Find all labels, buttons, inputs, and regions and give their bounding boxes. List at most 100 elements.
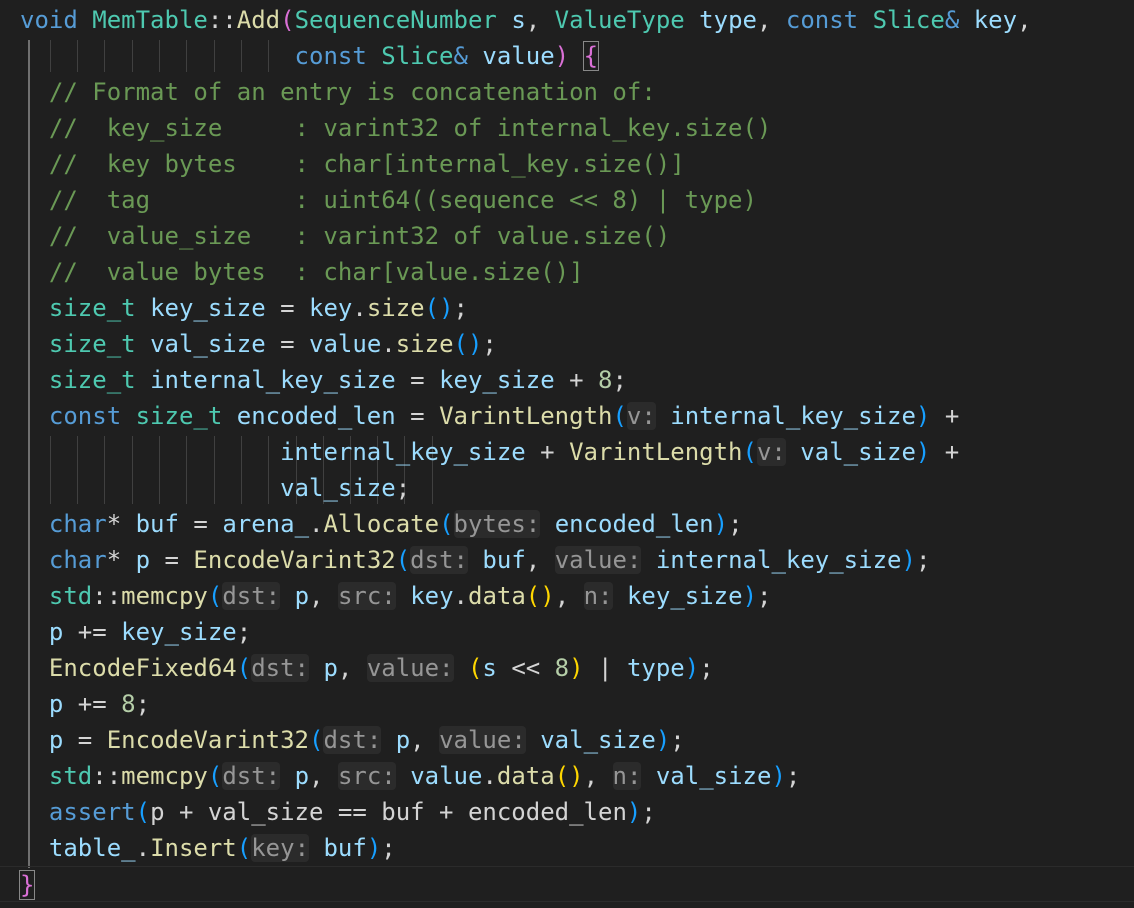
code-token: p xyxy=(294,762,310,790)
code-token: const xyxy=(294,42,367,70)
inlay-hint: v: xyxy=(756,438,786,466)
code-token: key_size xyxy=(439,366,555,394)
code-line[interactable]: size_t val_size = value.size(); xyxy=(20,326,497,362)
code-token: ( xyxy=(280,6,295,34)
code-line[interactable]: // tag : uint64((sequence << 8) | type) xyxy=(20,182,757,218)
matched-bracket: } xyxy=(18,870,36,900)
code-line[interactable]: const Slice& value) { xyxy=(20,38,600,74)
code-token: key_size xyxy=(121,618,237,646)
code-token: data xyxy=(468,582,526,610)
code-line[interactable]: // Format of an entry is concatenation o… xyxy=(20,74,656,110)
code-token: key xyxy=(410,582,454,610)
code-token: ( xyxy=(395,546,411,574)
code-line[interactable]: p += 8; xyxy=(20,686,150,722)
code-token: ; xyxy=(641,798,656,826)
code-line[interactable]: internal_key_size + VarintLength(v: val_… xyxy=(20,434,959,470)
code-token: () xyxy=(453,330,483,358)
code-line[interactable]: p += key_size; xyxy=(20,614,251,650)
code-token: size xyxy=(366,294,425,322)
code-token: , xyxy=(309,582,338,610)
code-line[interactable]: char* p = EncodeVarint32(dst: buf, value… xyxy=(20,542,930,578)
code-token: ; xyxy=(453,294,468,322)
code-token: buf xyxy=(323,834,367,862)
code-token: size_t xyxy=(48,294,136,322)
code-token: size xyxy=(395,330,454,358)
code-token: ; xyxy=(699,654,714,682)
code-line[interactable]: EncodeFixed64(dst: p, value: (s << 8) | … xyxy=(20,650,714,686)
code-token: EncodeVarint32 xyxy=(193,546,396,574)
code-token: Insert xyxy=(150,834,237,862)
code-token: std xyxy=(48,582,93,610)
code-token: p xyxy=(48,690,64,718)
code-token: . xyxy=(309,510,324,538)
code-line[interactable]: val_size; xyxy=(20,470,410,506)
code-token: :: xyxy=(207,6,237,34)
code-token: data xyxy=(496,762,555,790)
code-token: ( xyxy=(439,510,454,538)
code-editor[interactable]: void MemTable::Add(SequenceNumber s, Val… xyxy=(0,0,1134,908)
code-token: + xyxy=(554,366,599,394)
code-token: ValueType xyxy=(554,6,685,34)
code-token: ) xyxy=(742,582,758,610)
code-token: key xyxy=(973,6,1018,34)
code-line[interactable]: std::memcpy(dst: p, src: key.data(), n: … xyxy=(20,578,771,614)
code-token: Slice xyxy=(381,42,454,70)
code-token: ; xyxy=(785,762,801,790)
code-token: , xyxy=(410,726,440,754)
code-line-current[interactable]: } xyxy=(0,866,1134,902)
code-token: p xyxy=(135,546,151,574)
code-token: key_size xyxy=(626,582,743,610)
code-line[interactable]: p = EncodeVarint32(dst: p, value: val_si… xyxy=(20,722,685,758)
code-line[interactable]: const size_t encoded_len = VarintLength(… xyxy=(20,398,959,434)
code-line[interactable]: size_t internal_key_size = key_size + 8; xyxy=(20,362,627,398)
code-token: ) xyxy=(684,654,700,682)
code-token: size_t xyxy=(48,366,136,394)
inlay-hint: dst: xyxy=(222,762,281,790)
code-token: internal_key_size xyxy=(655,546,902,574)
code-token: , xyxy=(525,546,555,574)
code-line[interactable]: // value_size : varint32 of value.size() xyxy=(20,218,670,254)
code-token: ( xyxy=(236,654,252,682)
code-token: . xyxy=(482,762,497,790)
code-line[interactable]: std::memcpy(dst: p, src: value.data(), n… xyxy=(20,758,800,794)
code-token: + xyxy=(930,438,960,466)
code-line[interactable]: // key_size : varint32 of internal_key.s… xyxy=(20,110,771,146)
code-line[interactable]: size_t key_size = key.size(); xyxy=(20,290,468,326)
code-token: size_t xyxy=(48,330,136,358)
code-line[interactable]: table_.Insert(key: buf); xyxy=(20,830,396,866)
code-token: , xyxy=(337,654,367,682)
code-token: ) xyxy=(771,762,786,790)
code-token: , xyxy=(756,6,786,34)
code-token: buf xyxy=(135,510,179,538)
code-line[interactable]: void MemTable::Add(SequenceNumber s, Val… xyxy=(20,2,1032,38)
code-token: . xyxy=(352,294,367,322)
code-token: ) xyxy=(569,654,584,682)
code-token: ; xyxy=(236,618,252,646)
code-token: type xyxy=(626,654,685,682)
code-token: value xyxy=(309,330,382,358)
code-token: // value bytes : char[value.size()] xyxy=(20,258,584,286)
code-line[interactable]: // value bytes : char[value.size()] xyxy=(20,254,584,290)
code-token: ( xyxy=(612,402,627,430)
code-token: const xyxy=(785,6,859,34)
code-token: internal_key_size xyxy=(670,402,916,430)
code-line[interactable]: assert(p + val_size == buf + encoded_len… xyxy=(20,794,656,830)
code-token: . xyxy=(453,582,468,610)
code-token: ) xyxy=(713,510,729,538)
code-line[interactable]: char* buf = arena_.Allocate(bytes: encod… xyxy=(20,506,743,542)
code-line[interactable]: // key bytes : char[internal_key.size()] xyxy=(20,146,685,182)
